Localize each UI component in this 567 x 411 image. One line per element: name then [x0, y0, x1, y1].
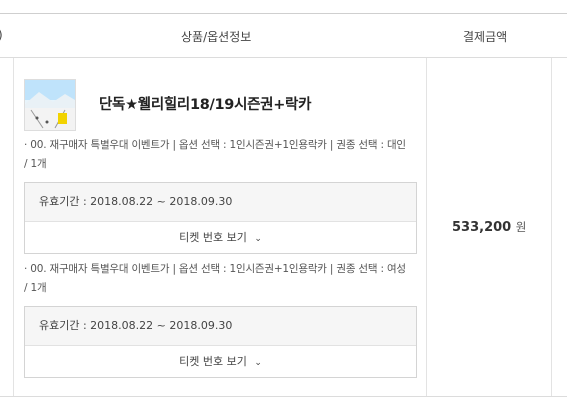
view-ticket-number-button[interactable]: 티켓 번호 보기 ⌄: [25, 346, 416, 377]
view-ticket-label: 티켓 번호 보기: [179, 231, 247, 244]
option-bullet: ·: [24, 139, 28, 151]
column-divider-middle: [426, 58, 427, 396]
product-title[interactable]: 단독★웰리힐리18/19시즌권+락카: [99, 93, 311, 114]
chevron-down-icon: ⌄: [254, 234, 262, 244]
view-ticket-label: 티켓 번호 보기: [179, 355, 247, 368]
header-left-fragment: ): [0, 28, 3, 42]
option-text: 00. 재구매자 특별우대 이벤트가 | 옵션 선택 : 1인시즌권+1인용락카…: [24, 139, 406, 170]
option-description-1: · 00. 재구매자 특별우대 이벤트가 | 옵션 선택 : 1인시즌권+1인용…: [24, 136, 412, 174]
payment-amount-value: 533,200: [452, 220, 512, 235]
column-divider-left: [13, 58, 14, 396]
chevron-down-icon: ⌄: [254, 358, 262, 368]
validity-period: 유효기간 : 2018.08.22 ~ 2018.09.30: [25, 307, 416, 346]
table-top-border: [0, 13, 567, 14]
ticket-box-1: 유효기간 : 2018.08.22 ~ 2018.09.30 티켓 번호 보기 …: [24, 182, 417, 254]
header-payment-column: 결제금액: [463, 30, 508, 44]
validity-period: 유효기간 : 2018.08.22 ~ 2018.09.30: [25, 183, 416, 222]
ticket-box-2: 유효기간 : 2018.08.22 ~ 2018.09.30 티켓 번호 보기 …: [24, 306, 417, 378]
option-bullet: ·: [24, 263, 28, 275]
product-thumbnail[interactable]: [24, 79, 76, 131]
ski-resort-image-icon: [25, 80, 75, 130]
payment-currency: 원: [515, 220, 527, 234]
payment-amount: 533,200 원: [452, 219, 526, 235]
option-text: 00. 재구매자 특별우대 이벤트가 | 옵션 선택 : 1인시즌권+1인용락카…: [24, 263, 406, 294]
column-divider-right: [551, 58, 552, 396]
header-product-column: 상품/옵션정보: [181, 30, 252, 44]
option-description-2: · 00. 재구매자 특별우대 이벤트가 | 옵션 선택 : 1인시즌권+1인용…: [24, 260, 412, 298]
view-ticket-number-button[interactable]: 티켓 번호 보기 ⌄: [25, 222, 416, 253]
header-bottom-border: [0, 57, 567, 58]
table-bottom-border: [0, 396, 567, 397]
